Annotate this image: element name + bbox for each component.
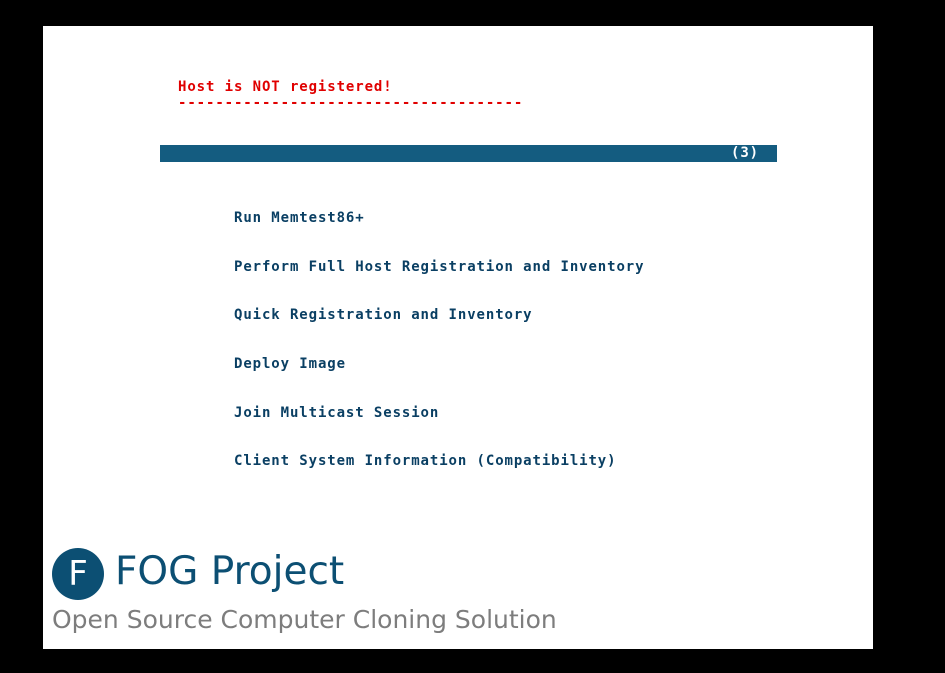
menu-item-label: Client System Information (Compatibility…	[233, 453, 617, 470]
menu-item-label: Boot from hard disk	[233, 161, 412, 178]
menu-item-label: Join Multicast Session	[233, 404, 440, 421]
boot-menu: Boot from hard disk (3) Run Memtest86+ P…	[160, 113, 777, 485]
menu-item-full-registration[interactable]: Perform Full Host Registration and Inven…	[160, 242, 777, 275]
menu-item-label: Perform Full Host Registration and Inven…	[233, 258, 645, 275]
menu-item-label: Run Memtest86+	[233, 210, 365, 227]
menu-item-boot-hard-disk[interactable]: Boot from hard disk (3)	[160, 145, 777, 178]
menu-item-label: Quick Registration and Inventory	[233, 307, 533, 324]
menu-item-memtest[interactable]: Run Memtest86+	[160, 194, 777, 226]
brand-name: FOG Project	[115, 549, 345, 594]
menu-item-label: Deploy Image	[233, 355, 346, 372]
menu-item-client-info[interactable]: Client System Information (Compatibility…	[160, 437, 777, 469]
brand-tagline: Open Source Computer Cloning Solution	[52, 605, 557, 634]
boot-screen: Host is NOT registered! ----------------…	[43, 26, 873, 649]
countdown-timer: (3)	[731, 145, 759, 161]
registration-status: Host is NOT registered!	[178, 79, 393, 95]
fog-logo-icon: F	[52, 548, 104, 600]
menu-item-join-multicast[interactable]: Join Multicast Session	[160, 388, 777, 421]
menu-item-quick-registration[interactable]: Quick Registration and Inventory	[160, 291, 777, 323]
menu-item-deploy-image[interactable]: Deploy Image	[160, 339, 777, 372]
status-divider: -------------------------------------	[178, 95, 524, 109]
